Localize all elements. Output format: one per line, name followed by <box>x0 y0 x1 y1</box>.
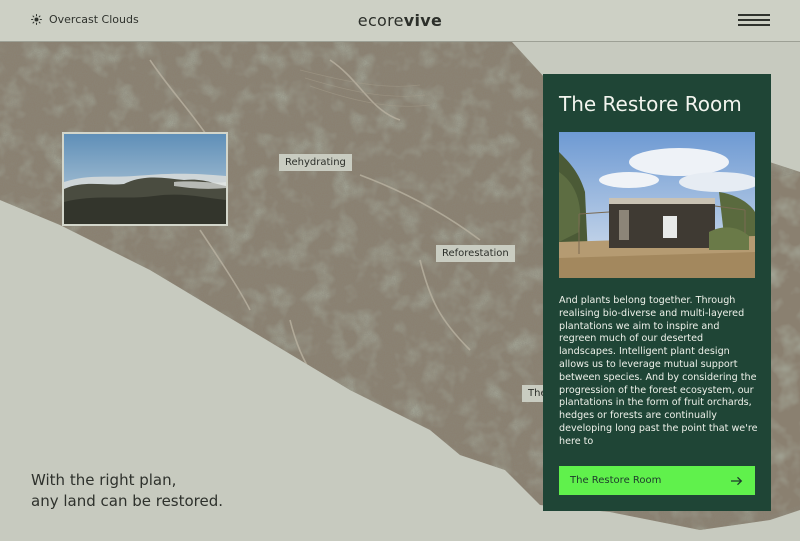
panel-title: The Restore Room <box>559 92 742 116</box>
mountain-landscape-image <box>64 134 226 224</box>
menu-line <box>738 24 770 26</box>
restore-room-button[interactable]: The Restore Room <box>559 466 755 495</box>
tagline-line-1: With the right plan, <box>31 471 177 489</box>
brand-logo[interactable]: ecorevive <box>0 11 800 30</box>
tagline-line-2: any land can be restored. <box>31 492 224 510</box>
map-label-reforestation[interactable]: Reforestation <box>436 245 515 262</box>
restore-room-panel: The Restore Room And plants belong toget… <box>543 74 771 511</box>
menu-line <box>738 14 770 16</box>
menu-line <box>738 19 770 21</box>
panel-photo <box>559 132 755 278</box>
header-bar: Overcast Clouds ecorevive <box>0 0 800 42</box>
panel-body-text: And plants belong together. Through real… <box>559 295 758 447</box>
greenhouse-image <box>559 132 755 278</box>
map-label-rehydrating[interactable]: Rehydrating <box>279 154 352 171</box>
hamburger-menu-icon[interactable] <box>738 14 770 26</box>
logo-bold: vive <box>403 11 443 30</box>
hero-tagline: With the right plan, any land can be res… <box>31 470 223 512</box>
map-photo-thumbnail[interactable] <box>62 132 228 226</box>
button-label: The Restore Room <box>570 475 662 486</box>
arrow-right-icon <box>731 476 743 485</box>
logo-light: ecore <box>357 11 404 30</box>
